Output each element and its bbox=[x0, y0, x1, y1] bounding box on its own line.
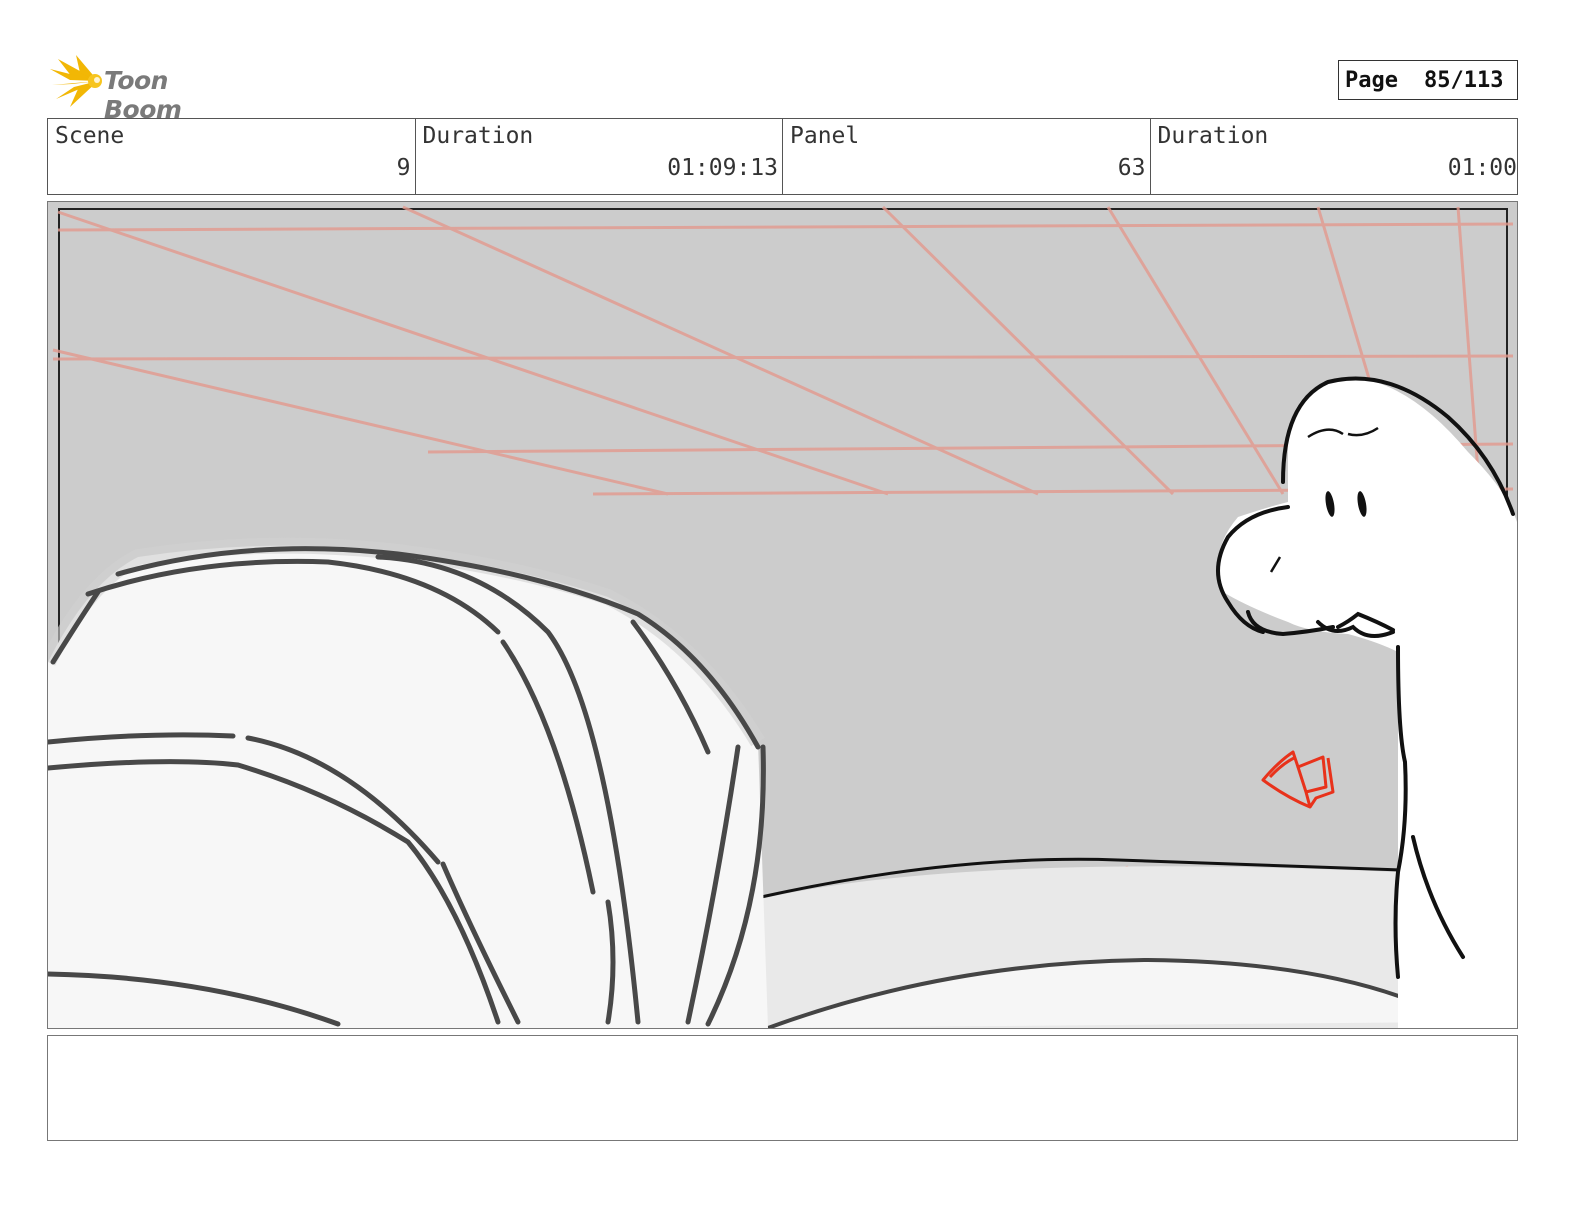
page-indicator: Page 85/113 bbox=[1338, 60, 1518, 100]
logo-wordmark: Toon Boom bbox=[104, 66, 182, 124]
scene-duration-value: 01:09:13 bbox=[667, 155, 778, 181]
starburst-logo-icon bbox=[50, 55, 102, 107]
scene-label: Scene bbox=[55, 123, 125, 149]
panel-value: 63 bbox=[1117, 155, 1146, 181]
panel-label: Panel bbox=[790, 123, 860, 149]
toon-boom-logo: Toon Boom bbox=[50, 55, 250, 124]
panel-cell: Panel 63 bbox=[783, 119, 1151, 194]
scene-duration-label: Duration bbox=[422, 123, 534, 149]
panel-duration-value: 01:00 bbox=[1447, 155, 1517, 181]
scene-cell: Scene 9 bbox=[48, 119, 416, 194]
panel-duration-cell: Duration 01:00 bbox=[1151, 119, 1518, 194]
scene-info-table: Scene 9 Duration 01:09:13 Panel 63 Durat… bbox=[47, 118, 1518, 195]
page-label: Page bbox=[1345, 67, 1398, 93]
panel-duration-label: Duration bbox=[1157, 123, 1269, 149]
scene-duration-cell: Duration 01:09:13 bbox=[416, 119, 783, 194]
scene-value: 9 bbox=[396, 155, 411, 181]
panel-sketch bbox=[48, 202, 1517, 1028]
panel-notes-box bbox=[47, 1035, 1518, 1141]
storyboard-panel bbox=[47, 201, 1518, 1029]
page-number: 85/113 bbox=[1423, 67, 1504, 93]
